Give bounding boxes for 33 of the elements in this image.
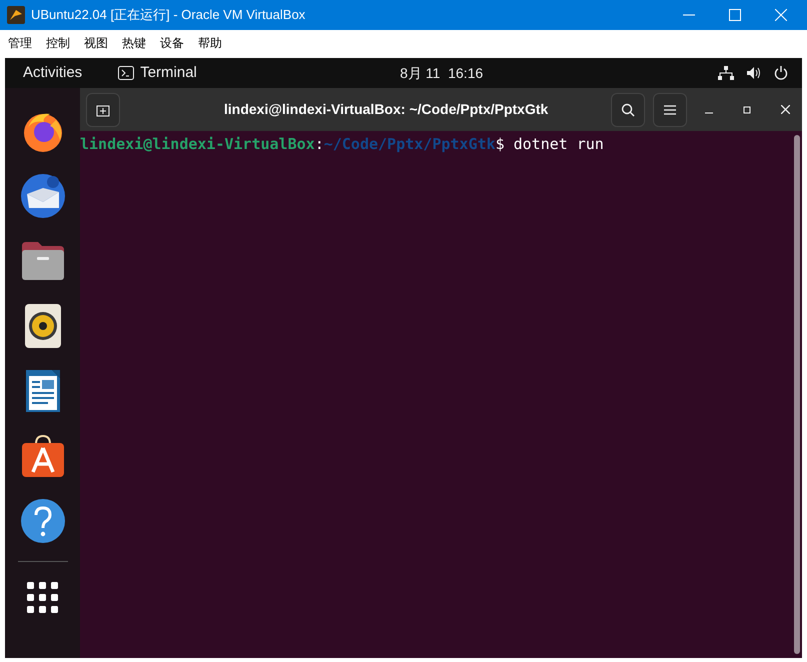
app-grid-icon[interactable] bbox=[26, 582, 58, 614]
menu-item[interactable]: 热键 bbox=[122, 34, 146, 52]
terminal-line: lindexi@lindexi-VirtualBox:~/Code/Pptx/PptxGtk$ dotnet run bbox=[80, 134, 605, 155]
window-title: UBuntu22.04 [正在运行] - Oracle VM VirtualBox bbox=[31, 6, 306, 24]
search-button[interactable] bbox=[611, 92, 645, 126]
document-icon[interactable] bbox=[24, 368, 62, 414]
terminal-title: lindexi@lindexi-VirtualBox: ~/Code/Pptx/PptxGtk bbox=[224, 100, 548, 119]
search-icon bbox=[621, 102, 635, 116]
menu-item[interactable]: 控制 bbox=[46, 34, 70, 52]
clock[interactable]: 8月 11 16:16 bbox=[400, 62, 484, 84]
menu-item[interactable]: 管理 bbox=[8, 34, 32, 52]
shopping-bag-icon[interactable] bbox=[20, 434, 66, 478]
app-icon bbox=[7, 6, 25, 24]
power-icon[interactable] bbox=[774, 66, 788, 80]
terminal-icon bbox=[118, 66, 134, 80]
menu-icon bbox=[664, 104, 676, 114]
folder-icon[interactable] bbox=[20, 240, 66, 282]
scrollbar[interactable] bbox=[794, 135, 800, 654]
speaker-icon[interactable] bbox=[24, 302, 62, 348]
new-tab-button[interactable] bbox=[86, 92, 120, 126]
volume-icon[interactable] bbox=[746, 66, 762, 80]
new-tab-icon bbox=[96, 102, 110, 116]
maximize-icon[interactable] bbox=[743, 106, 751, 114]
bird-envelope-icon[interactable] bbox=[18, 172, 66, 220]
help-icon[interactable] bbox=[20, 498, 66, 544]
menu-item[interactable]: 视图 bbox=[84, 34, 108, 52]
activities-button[interactable]: Activities bbox=[23, 62, 82, 84]
menu-item[interactable]: 帮助 bbox=[198, 34, 222, 52]
app-menu[interactable]: Terminal bbox=[140, 62, 197, 84]
network-icon[interactable] bbox=[718, 66, 734, 80]
close-icon[interactable] bbox=[781, 105, 790, 114]
menu-button[interactable] bbox=[653, 92, 687, 126]
menu-item[interactable]: 设备 bbox=[160, 34, 184, 52]
